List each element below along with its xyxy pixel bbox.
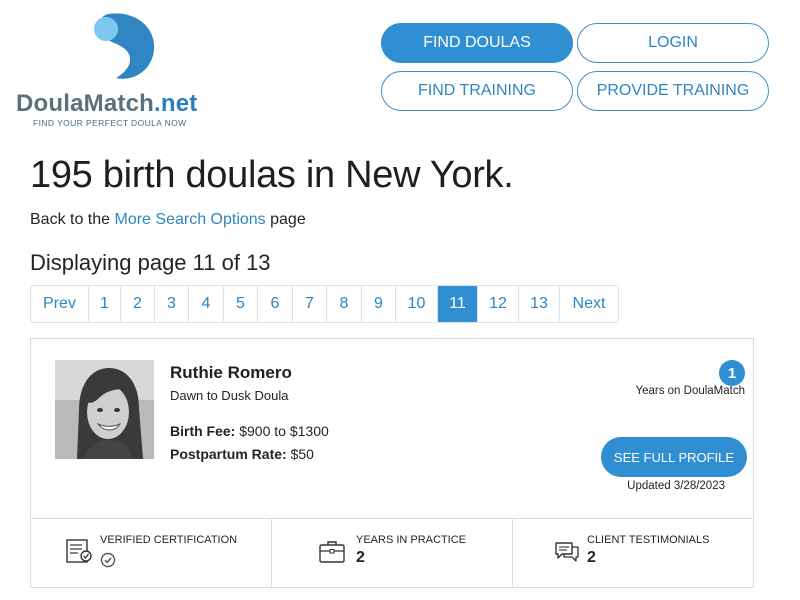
more-search-options-link[interactable]: More Search Options xyxy=(115,211,266,228)
certificate-icon xyxy=(66,539,92,563)
stat-value: 2 xyxy=(356,549,365,566)
stat-value: 2 xyxy=(587,549,596,566)
pagination-page-3[interactable]: 3 xyxy=(155,286,189,322)
login-button[interactable]: LOGIN xyxy=(577,23,769,63)
updated-date: Updated 3/28/2023 xyxy=(627,480,725,492)
stat-label: YEARS IN PRACTICE xyxy=(356,534,467,546)
doulamatch-logo-icon xyxy=(94,13,155,79)
pagination: Prev 1 2 3 4 5 6 7 8 9 10 11 12 13 Next xyxy=(30,285,619,323)
pagination-page-10[interactable]: 10 xyxy=(396,286,438,322)
doula-name[interactable]: Ruthie Romero xyxy=(170,363,292,383)
postpartum-rate: Postpartum Rate: $50 xyxy=(170,446,314,462)
doula-card: Ruthie Romero Dawn to Dusk Doula Birth F… xyxy=(30,338,754,588)
doula-business-name: Dawn to Dusk Doula xyxy=(170,388,289,403)
birth-fee: Birth Fee: $900 to $1300 xyxy=(170,423,329,439)
stat-label: VERIFIED CERTIFICATION xyxy=(100,534,238,546)
pagination-prev[interactable]: Prev xyxy=(31,286,89,322)
stat-label: CLIENT TESTIMONIALS xyxy=(587,534,710,546)
pagination-page-8[interactable]: 8 xyxy=(327,286,362,322)
logo-wordmark: DoulaMatch.net xyxy=(16,90,198,117)
doula-stats: VERIFIED CERTIFICATION YEARS IN PRACTICE… xyxy=(31,518,753,588)
years-on-site-badge: 1 xyxy=(719,360,745,386)
check-circle-icon xyxy=(100,552,116,568)
stat-client-testimonials: CLIENT TESTIMONIALS 2 xyxy=(513,519,753,588)
pagination-page-6[interactable]: 6 xyxy=(258,286,293,322)
logo-tagline: FIND YOUR PERFECT DOULA NOW xyxy=(33,118,187,128)
pagination-next[interactable]: Next xyxy=(560,286,618,322)
pagination-page-13[interactable]: 13 xyxy=(519,286,560,322)
pagination-page-5[interactable]: 5 xyxy=(224,286,258,322)
doula-photo[interactable] xyxy=(55,360,154,459)
find-doulas-button[interactable]: FIND DOULAS xyxy=(381,23,573,63)
pagination-page-11-current[interactable]: 11 xyxy=(438,286,478,322)
displaying-page-heading: Displaying page 11 of 13 xyxy=(30,250,271,275)
stat-verified-certification: VERIFIED CERTIFICATION xyxy=(31,519,272,588)
doula-portrait-image xyxy=(55,360,154,459)
briefcase-icon xyxy=(319,541,345,563)
pagination-page-1[interactable]: 1 xyxy=(89,286,121,322)
stat-years-in-practice: YEARS IN PRACTICE 2 xyxy=(272,519,513,588)
see-full-profile-button[interactable]: SEE FULL PROFILE xyxy=(601,437,747,477)
chat-bubbles-icon xyxy=(555,542,579,562)
find-training-button[interactable]: FIND TRAINING xyxy=(381,71,573,111)
back-to-search-line: Back to the More Search Options page xyxy=(30,211,306,228)
site-logo[interactable]: DoulaMatch.net FIND YOUR PERFECT DOULA N… xyxy=(16,12,226,132)
provide-training-button[interactable]: PROVIDE TRAINING xyxy=(577,71,769,111)
page-title: 195 birth doulas in New York. xyxy=(30,154,514,196)
pagination-page-9[interactable]: 9 xyxy=(362,286,396,322)
years-on-site-label: Years on DoulaMatch xyxy=(635,385,745,397)
pagination-page-7[interactable]: 7 xyxy=(293,286,327,322)
pagination-page-2[interactable]: 2 xyxy=(121,286,155,322)
pagination-page-4[interactable]: 4 xyxy=(189,286,224,322)
pagination-page-12[interactable]: 12 xyxy=(478,286,519,322)
